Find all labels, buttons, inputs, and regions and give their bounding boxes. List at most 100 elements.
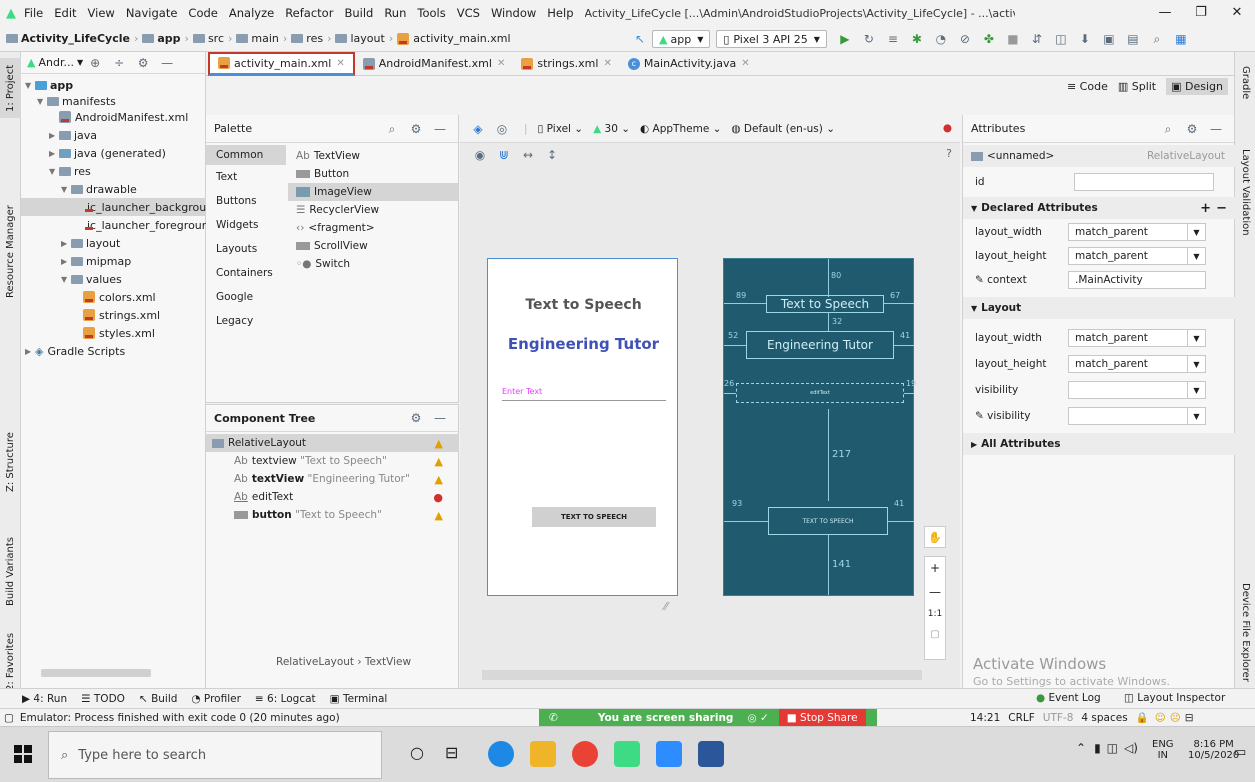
apply-code-icon[interactable]: ≡ (885, 31, 901, 47)
tab-resource-manager[interactable]: Resource Manager (0, 202, 21, 302)
palette-item-switch[interactable]: ◦● Switch (288, 255, 458, 273)
profile-icon[interactable]: ◔ (933, 31, 949, 47)
menu-view[interactable]: View (88, 6, 115, 20)
device-type-select[interactable]: ▯ Pixel ⌄ (538, 123, 584, 135)
event-log-button[interactable]: ● Event Log (1036, 692, 1101, 704)
vertical-arrow-icon[interactable]: ↕ (544, 147, 560, 163)
stop-share-button[interactable]: ■ Stop Share (778, 709, 866, 727)
declared-height-field[interactable]: match_parent (1068, 247, 1188, 265)
declared-attributes-section[interactable]: ▼ Declared Attributes + − (963, 197, 1235, 219)
tab-main-activity[interactable]: c MainActivity.java ✕ (620, 52, 758, 76)
zoom-in-icon[interactable]: + (925, 557, 945, 575)
tab-project[interactable]: 1: Project (0, 58, 21, 118)
status-message[interactable]: Emulator: Process finished with exit cod… (20, 712, 340, 724)
palette-item-recyclerview[interactable]: ☰ RecyclerView (288, 201, 458, 219)
share-options-icon[interactable]: ◎ ✓ (747, 712, 768, 724)
chevron-down-icon[interactable]: ▼ (1188, 381, 1206, 399)
error-icon[interactable]: ● (943, 122, 952, 134)
resize-handle-icon[interactable]: ⁄⁄ (664, 600, 668, 613)
collapse-icon[interactable]: ÷ (111, 55, 127, 71)
menu-edit[interactable]: Edit (54, 6, 76, 20)
category-layouts[interactable]: Layouts (216, 243, 257, 255)
breadcrumb-project[interactable]: Activity_LifeCycle (6, 32, 130, 45)
tree-mipmap[interactable]: ▶ mipmap (61, 252, 131, 270)
tab-device-file-explorer[interactable]: Device File Explorer (1235, 572, 1255, 692)
android-studio-taskbar-icon[interactable] (614, 741, 640, 767)
project-view-select[interactable]: Andr... (38, 56, 73, 69)
breadcrumb-main[interactable]: main (236, 32, 279, 45)
tree-textview-2[interactable]: Ab textView "Engineering Tutor" ▲ (206, 470, 459, 488)
preview-edittext[interactable]: Enter Text (502, 387, 666, 401)
menu-tools[interactable]: Tools (417, 6, 445, 20)
hide-icon[interactable]: — (432, 410, 448, 426)
category-widgets[interactable]: Widgets (216, 219, 258, 231)
settings-icon[interactable]: ▦ (1173, 31, 1189, 47)
context-field[interactable]: .MainActivity (1068, 271, 1206, 289)
hide-icon[interactable]: — (1208, 121, 1224, 137)
sync-icon[interactable]: ⇵ (1029, 31, 1045, 47)
layers-icon[interactable]: ◈ (470, 121, 486, 137)
volume-icon[interactable]: ◁) (1124, 741, 1138, 755)
category-common[interactable]: Common (216, 149, 263, 161)
debug-icon[interactable]: ✱ (909, 31, 925, 47)
chevron-down-icon[interactable]: ▼ (1188, 247, 1206, 265)
layout-inspector-button[interactable]: ◫ Layout Inspector (1124, 692, 1225, 704)
tree-drawable[interactable]: ▼ drawable (61, 180, 137, 198)
gear-icon[interactable]: ⚙ (135, 55, 151, 71)
file-explorer-icon[interactable] (530, 741, 556, 767)
tree-layout[interactable]: ▶ layout (61, 234, 120, 252)
device-manager-icon[interactable]: ◫ (1053, 31, 1069, 47)
run-config-select[interactable]: ▲ app ▼ (652, 30, 711, 48)
canvas-scrollbar[interactable] (482, 670, 922, 680)
status-toggle-icon[interactable]: ▢ (4, 712, 14, 724)
edge-icon[interactable] (488, 741, 514, 767)
category-containers[interactable]: Containers (216, 267, 273, 279)
warning-icon[interactable]: ▲ (435, 455, 443, 468)
close-tab-icon[interactable]: ✕ (741, 58, 749, 69)
tree-manifest-file[interactable]: AndroidManifest.xml (59, 108, 188, 126)
tab-layout-validation[interactable]: Layout Validation (1235, 142, 1255, 242)
breadcrumb-res[interactable]: res (291, 32, 323, 45)
taskbar-search[interactable]: ⌕ Type here to search (48, 731, 382, 779)
blueprint-button[interactable]: TEXT TO SPEECH (768, 507, 888, 535)
blueprint-icon[interactable]: ◎ (494, 121, 510, 137)
tree-ic-launcher-background[interactable]: ic_launcher_background (21, 198, 206, 216)
stop-icon[interactable]: ■ (1005, 31, 1021, 47)
error-icon[interactable]: ● (433, 491, 443, 504)
memory-icon[interactable]: ⊟ (1185, 712, 1194, 724)
project-scrollbar[interactable] (41, 669, 151, 677)
sdk-manager-icon[interactable]: ⬇ (1077, 31, 1093, 47)
bug-icon[interactable]: ✤ (981, 31, 997, 47)
breadcrumb-textview[interactable]: TextView (365, 656, 411, 668)
pan-hand-icon[interactable]: ✋ (924, 526, 946, 548)
minimize-icon[interactable]: — (1147, 5, 1183, 20)
declared-width-field[interactable]: match_parent (1068, 223, 1188, 241)
blueprint-preview[interactable]: 80 89 67 Text to Speech 32 52 41 Enginee… (723, 258, 916, 596)
category-google[interactable]: Google (216, 291, 253, 303)
device-select[interactable]: ▯ Pixel 3 API 25 ▼ (716, 30, 827, 48)
warning-icon[interactable]: ▲ (435, 473, 443, 486)
terminal-tool-button[interactable]: ▣ Terminal (330, 693, 388, 705)
tree-java-generated[interactable]: ▶ java (generated) (49, 144, 166, 162)
tab-android-manifest[interactable]: AndroidManifest.xml ✕ (355, 52, 514, 76)
split-mode-button[interactable]: ▥ Split (1118, 80, 1156, 93)
tools-visibility-field[interactable] (1068, 407, 1188, 425)
breadcrumb-layout[interactable]: layout (335, 32, 385, 45)
gear-icon[interactable]: ⚙ (408, 121, 424, 137)
menu-build[interactable]: Build (344, 6, 373, 20)
tree-values[interactable]: ▼ values (61, 270, 122, 288)
tree-edittext[interactable]: Ab editText ● (206, 488, 459, 506)
maximize-icon[interactable]: ❐ (1183, 5, 1219, 20)
tree-res[interactable]: ▼ res (49, 162, 91, 180)
search-icon[interactable]: ⌕ (384, 121, 400, 137)
category-legacy[interactable]: Legacy (216, 315, 253, 327)
tab-build-variants[interactable]: Build Variants (0, 522, 21, 622)
category-buttons[interactable]: Buttons (216, 195, 257, 207)
phone-preview[interactable]: Text to Speech Engineering Tutor Enter T… (487, 258, 678, 596)
visibility-field[interactable] (1068, 381, 1188, 399)
eye-icon[interactable]: ◉ (472, 147, 488, 163)
lock-icon[interactable]: 🔒 (1136, 711, 1149, 724)
tree-java[interactable]: ▶ java (49, 126, 97, 144)
tree-strings[interactable]: strings.xml (83, 306, 160, 324)
indent[interactable]: 4 spaces (1081, 712, 1127, 724)
